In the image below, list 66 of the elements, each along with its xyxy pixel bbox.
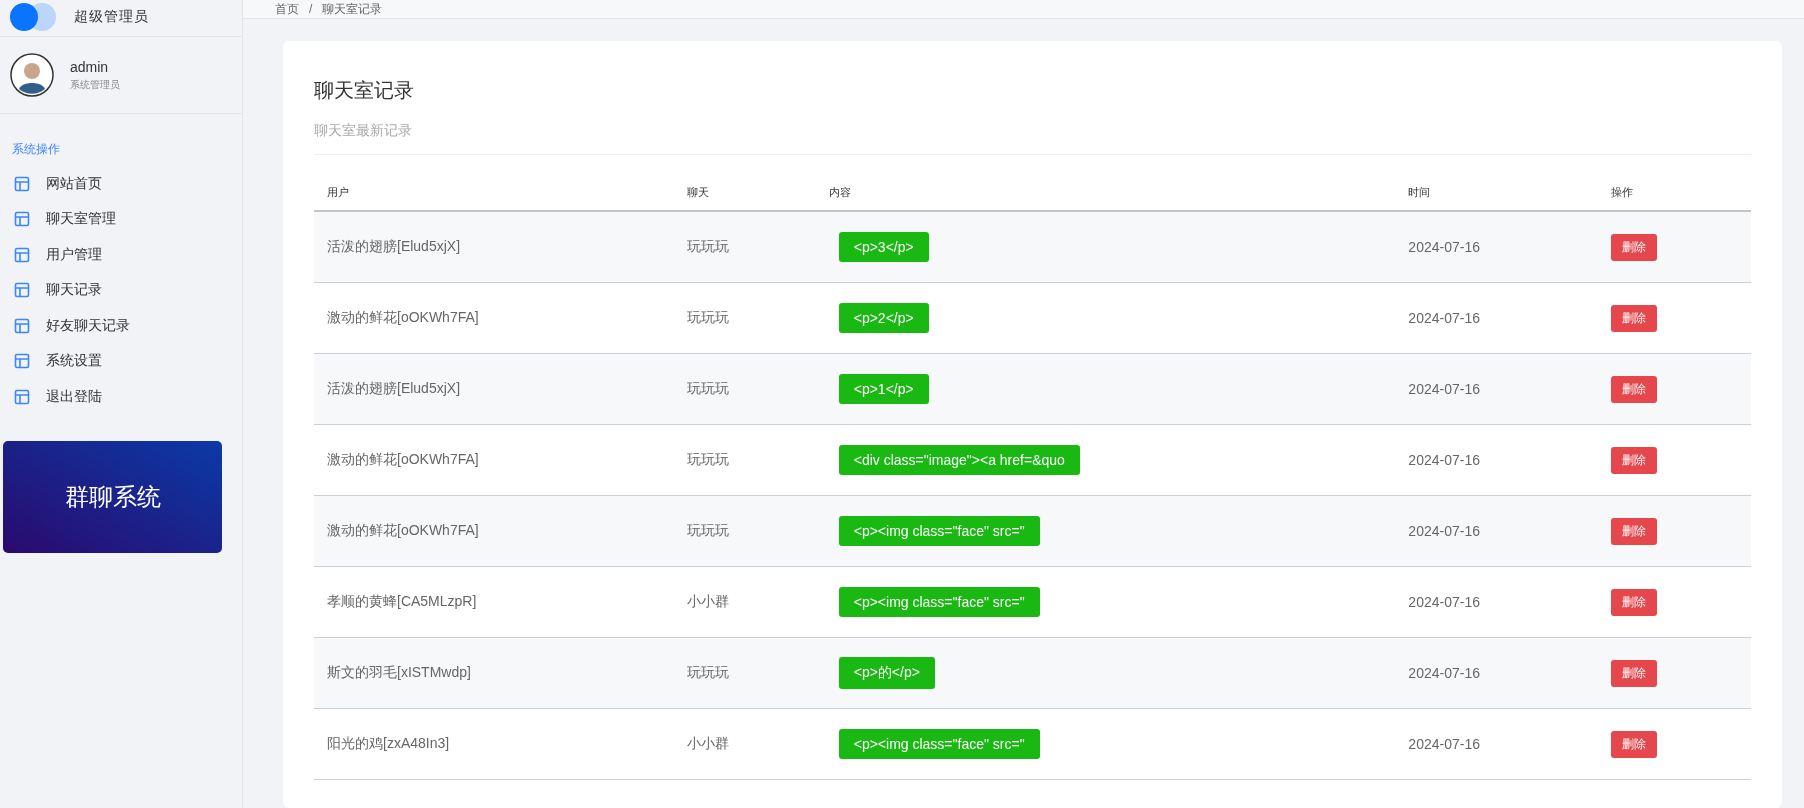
breadcrumb-link[interactable]: 聊天室记录 [322, 0, 383, 18]
layout-icon [14, 175, 30, 192]
banner: 群聊系统 [3, 440, 222, 553]
sidebar-item[interactable]: 用户管理 [46, 245, 102, 264]
table-cell: 2024-07-16 [1395, 495, 1598, 567]
table-cell: 斯文的羽毛[xISTMwdp] [314, 637, 675, 709]
table-cell: 活泼的翅膀[Elud5xjX] [314, 211, 675, 283]
content-tag: <p>的</p> [838, 657, 935, 689]
table-cell: 2024-07-16 [1395, 353, 1598, 425]
delete-button[interactable]: 删除 [1610, 375, 1657, 403]
content-tag: <p>1</p> [838, 374, 929, 404]
layout-icon [14, 211, 30, 228]
content-tag: <p>2</p> [838, 303, 929, 333]
table-cell: 小小群 [674, 708, 816, 780]
sidebar-item[interactable]: 聊天室管理 [46, 210, 116, 229]
breadcrumb-link[interactable]: 首页 [275, 0, 299, 18]
layout-icon [14, 353, 30, 370]
user-role: 系统管理员 [70, 77, 120, 92]
delete-button[interactable]: 删除 [1610, 233, 1657, 261]
layout-icon [14, 282, 30, 299]
content-tag: <p>3</p> [838, 232, 929, 262]
sidebar-item[interactable]: 系统设置 [46, 352, 102, 371]
table-cell: 激动的鲜花[oOKWh7FA] [314, 424, 675, 496]
delete-button[interactable]: 删除 [1610, 730, 1657, 758]
delete-button[interactable]: 删除 [1610, 446, 1657, 474]
brand-title: 超级管理员 [74, 8, 149, 26]
table-cell: 2024-07-16 [1395, 211, 1598, 283]
table-cell: 小小群 [674, 566, 816, 638]
breadcrumb-separator: / [309, 2, 313, 16]
table-cell: 激动的鲜花[oOKWh7FA] [314, 495, 675, 567]
layout-icon [14, 246, 30, 263]
sidebar-item[interactable]: 网站首页 [46, 174, 102, 193]
table-cell: 活泼的翅膀[Elud5xjX] [314, 353, 675, 425]
table-cell: 激动的鲜花[oOKWh7FA] [314, 282, 675, 354]
content-tag: <div class="image"><a href=&quo [838, 445, 1080, 475]
table-cell: 玩玩玩 [674, 211, 816, 283]
avatar-icon [10, 53, 54, 97]
table-cell: 2024-07-16 [1395, 424, 1598, 496]
sidebar-item[interactable]: 聊天记录 [46, 281, 102, 300]
layout-icon [14, 317, 30, 334]
layout-icon [14, 388, 30, 405]
table-cell: 2024-07-16 [1395, 282, 1598, 354]
table-cell: 玩玩玩 [674, 637, 816, 709]
card-title: 聊天室记录 [314, 78, 415, 103]
table-cell: 2024-07-16 [1395, 637, 1598, 709]
content-tag: <p><img class="face" src=" [838, 516, 1040, 546]
table-cell: 玩玩玩 [674, 495, 816, 567]
table-cell: 阳光的鸡[zxA48In3] [314, 708, 675, 780]
card-subtitle: 聊天室最新记录 [314, 122, 1751, 155]
table-cell: 2024-07-16 [1395, 708, 1598, 780]
table-cell: 玩玩玩 [674, 282, 816, 354]
content-tag: <p><img class="face" src=" [838, 587, 1040, 617]
content-tag: <p><img class="face" src=" [838, 729, 1040, 759]
user-name: admin [70, 58, 110, 75]
logo-icon [10, 3, 56, 31]
table-cell: 孝顺的黄蜂[CA5MLzpR] [314, 566, 675, 638]
delete-button[interactable]: 删除 [1610, 588, 1657, 616]
section-heading: 系统操作 [12, 141, 61, 158]
delete-button[interactable]: 删除 [1610, 517, 1657, 545]
table-cell: 2024-07-16 [1395, 566, 1598, 638]
delete-button[interactable]: 删除 [1610, 659, 1657, 687]
sidebar-item[interactable]: 退出登陆 [46, 387, 102, 406]
table-cell: 玩玩玩 [674, 353, 816, 425]
table-cell: 玩玩玩 [674, 424, 816, 496]
sidebar-item[interactable]: 好友聊天记录 [46, 316, 130, 335]
delete-button[interactable]: 删除 [1610, 304, 1657, 332]
